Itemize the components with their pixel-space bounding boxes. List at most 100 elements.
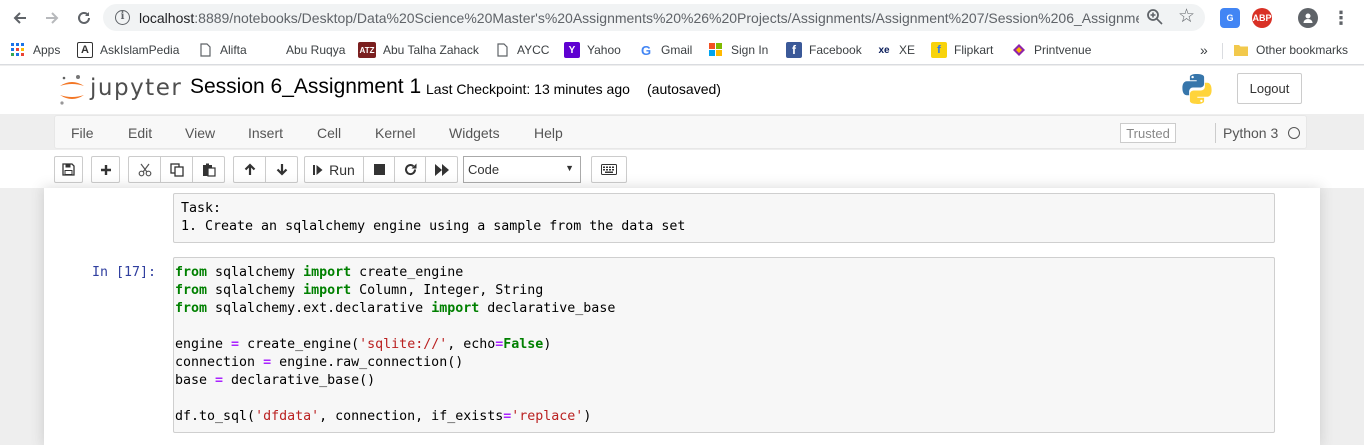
copy-button[interactable] <box>160 156 193 183</box>
move-down-button[interactable] <box>265 156 298 183</box>
plus-icon <box>100 164 111 175</box>
code-token: from <box>175 301 208 316</box>
save-button[interactable] <box>54 156 83 183</box>
bookmark-label: Abu Ruqya <box>286 43 346 57</box>
page-icon <box>494 42 510 58</box>
code-token: engine.raw_connection() <box>271 355 464 370</box>
logout-button[interactable]: Logout <box>1237 73 1302 104</box>
browser-address-row: i localhost:8889/notebooks/Desktop/Data%… <box>0 0 1364 35</box>
google-icon: G <box>640 42 652 58</box>
code-cell-editor[interactable]: from sqlalchemy import create_engine from… <box>173 257 1275 433</box>
restart-run-all-button[interactable] <box>425 156 458 183</box>
xe-icon: xe <box>878 44 890 56</box>
bookmark-facebook[interactable]: f Facebook <box>786 41 862 59</box>
menu-insert[interactable]: Insert <box>248 125 283 141</box>
menu-kernel[interactable]: Kernel <box>375 125 415 141</box>
menu-cell[interactable]: Cell <box>317 125 341 141</box>
printvenue-icon <box>1011 42 1027 58</box>
bookmarks-overflow-chevron-icon[interactable]: » <box>1200 41 1208 59</box>
move-up-button[interactable] <box>233 156 266 183</box>
code-token: ) <box>583 409 592 424</box>
python-logo-icon <box>1182 74 1212 104</box>
code-token: 'replace' <box>511 409 584 424</box>
paste-icon <box>202 163 216 177</box>
code-token: engine <box>175 337 232 352</box>
arrow-down-icon <box>276 164 287 176</box>
bookmark-label: AYCC <box>517 43 550 57</box>
code-token: create_engine( <box>239 337 360 352</box>
stop-icon <box>373 164 385 175</box>
chrome-menu-icon[interactable]: ⋮ <box>1329 6 1353 30</box>
bookmark-aycc[interactable]: AYCC <box>494 41 549 59</box>
bookmark-label: Abu Talha Zahack <box>383 43 479 57</box>
info-icon[interactable]: i <box>115 10 130 25</box>
back-arrow-icon[interactable] <box>8 6 32 30</box>
bookmark-alifta[interactable]: Alifta <box>197 41 247 59</box>
url-bar[interactable]: i localhost:8889/notebooks/Desktop/Data%… <box>103 4 1205 31</box>
restart-kernel-button[interactable] <box>394 156 426 183</box>
paste-button[interactable] <box>192 156 225 183</box>
bookmark-yahoo[interactable]: Y Yahoo <box>564 41 621 59</box>
menu-edit[interactable]: Edit <box>128 125 152 141</box>
adblock-label: ABP <box>1252 13 1272 23</box>
bookmark-star-icon[interactable]: ☆ <box>1178 5 1195 28</box>
code-token: create_engine <box>351 265 464 280</box>
kernel-idle-indicator-icon <box>1288 127 1300 139</box>
bookmark-abu-talha-zahack[interactable]: ATZ Abu Talha Zahack <box>358 41 479 59</box>
jupyter-logo-icon[interactable] <box>58 74 86 106</box>
bookmark-gmail[interactable]: G Gmail <box>638 41 692 59</box>
code-line: engine = create_engine('sqlite://', echo… <box>175 336 1274 354</box>
bookmark-abu-ruqya[interactable]: Abu Ruqya <box>286 41 345 59</box>
menu-widgets[interactable]: Widgets <box>449 125 500 141</box>
code-token: = <box>231 337 240 352</box>
bookmark-apps[interactable]: Apps <box>10 41 60 59</box>
zoom-icon[interactable] <box>1146 8 1164 26</box>
menu-view[interactable]: View <box>185 125 215 141</box>
microsoft-icon <box>708 42 724 58</box>
bookmarks-divider <box>1222 43 1223 59</box>
code-token: declarative_base() <box>223 373 376 388</box>
kernel-name[interactable]: Python 3 <box>1223 125 1278 141</box>
insert-cell-button[interactable] <box>91 156 120 183</box>
code-token: connection <box>175 355 264 370</box>
code-token: declarative_base <box>479 301 616 316</box>
profile-avatar-icon[interactable] <box>1298 8 1318 28</box>
notebook-title[interactable]: Session 6_Assignment 1 <box>190 75 421 99</box>
code-token: 'sqlite://' <box>359 337 448 352</box>
code-token: import <box>303 265 352 280</box>
url-text[interactable]: localhost:8889/notebooks/Desktop/Data%20… <box>139 10 1139 26</box>
bookmark-sign-in[interactable]: Sign In <box>708 41 768 59</box>
trusted-indicator[interactable]: Trusted <box>1120 123 1176 143</box>
bookmarks-bar: Apps A AskIslamPedia Alifta Abu Ruqya ATZ… <box>0 35 1364 65</box>
run-button[interactable]: Run <box>304 156 364 183</box>
bookmark-label: XE <box>899 43 916 57</box>
cut-button[interactable] <box>128 156 161 183</box>
command-palette-button[interactable] <box>591 156 627 183</box>
run-label: Run <box>329 161 355 178</box>
interrupt-kernel-button[interactable] <box>363 156 395 183</box>
forward-arrow-icon[interactable] <box>40 6 64 30</box>
code-token: ) <box>543 337 552 352</box>
menu-file[interactable]: File <box>71 125 94 141</box>
markdown-cell[interactable]: Task: 1. Create an sqlalchemy engine usi… <box>173 193 1275 243</box>
code-token: sqlalchemy <box>207 265 304 280</box>
bookmark-xe[interactable]: xe XE <box>876 41 915 59</box>
bookmark-label: Printvenue <box>1034 43 1092 57</box>
facebook-icon: f <box>786 42 802 58</box>
bookmark-printvenue[interactable]: Printvenue <box>1011 41 1091 59</box>
apps-grid-icon <box>10 42 26 58</box>
bookmark-other-bookmarks[interactable]: Other bookmarks <box>1233 41 1348 59</box>
bookmark-flipkart[interactable]: f Flipkart <box>931 41 993 59</box>
bookmark-label: Alifta <box>220 43 247 57</box>
bookmark-label: Sign In <box>731 43 769 57</box>
google-translate-icon[interactable]: G <box>1220 8 1240 28</box>
last-checkpoint: Last Checkpoint: 13 minutes ago <box>426 81 630 97</box>
reload-icon[interactable] <box>72 6 96 30</box>
adblock-icon[interactable]: ABP <box>1252 8 1272 28</box>
bookmark-askislampedia[interactable]: A AskIslamPedia <box>77 41 179 59</box>
cell-type-select[interactable]: Code ▼ <box>463 156 581 183</box>
code-token: import <box>431 301 480 316</box>
input-prompt: In [17]: <box>92 265 157 280</box>
menu-help[interactable]: Help <box>534 125 563 141</box>
